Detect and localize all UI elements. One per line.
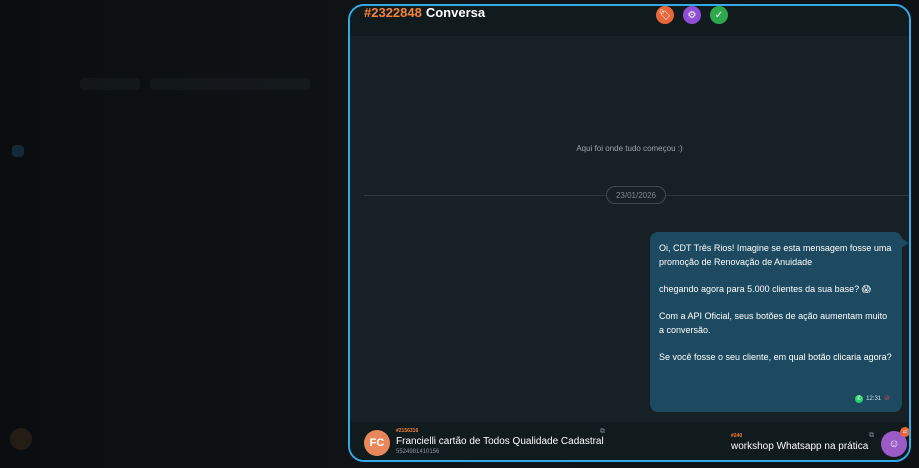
chatbot-badge-icon: ⇄ <box>900 427 909 437</box>
robot-icon: ☺ <box>888 438 900 450</box>
contact-id: #2156316 <box>396 428 419 434</box>
tag-icon: 🏷 <box>658 9 672 21</box>
conversation-footer: FC #2156316 Francielli cartão de Todos Q… <box>350 422 909 460</box>
background-ghost-item <box>10 428 32 450</box>
error-icon: ⊘ <box>884 395 890 402</box>
message-bubble[interactable]: Oi, CDT Três Rios! Imagine se esta mensa… <box>650 232 909 412</box>
chat-intro-text: Aqui foi onde tudo começou :) <box>576 144 683 153</box>
background-ghost-item <box>12 145 24 157</box>
whatsapp-icon: ✆ <box>855 395 864 403</box>
background-ghost-item <box>80 78 140 90</box>
check-icon: ✓ <box>714 9 724 21</box>
bot-button[interactable]: ⚙ <box>683 6 701 24</box>
conversation-id: #2322848 <box>364 5 422 20</box>
background-ghost-item <box>150 78 310 90</box>
message-meta: ✆ 12:31 ⊘ <box>855 392 890 406</box>
open-contact-icon[interactable]: ⧉ <box>600 428 605 436</box>
conversation-header: #2322848 Conversa 🏷 ⚙ ✓ <box>350 6 909 36</box>
message-paragraph: Se você fosse o seu cliente, em qual bot… <box>659 352 892 362</box>
contact-name[interactable]: Francielli cartão de Todos Qualidade Cad… <box>396 436 604 447</box>
message-paragraph: Oi, CDT Três Rios! Imagine se esta mensa… <box>659 243 892 267</box>
conversation-panel: #2322848 Conversa 🏷 ⚙ ✓ Aqui foi onde tud… <box>348 4 911 462</box>
chat-area[interactable]: Aqui foi onde tudo começou :) 23/01/2026… <box>350 36 909 422</box>
conversation-title-text: Conversa <box>425 5 486 20</box>
conversation-title: #2322848 Conversa <box>364 6 485 20</box>
message-paragraph: Com a API Oficial, seus botões de ação a… <box>659 311 888 335</box>
date-separator: 23/01/2026 <box>606 186 666 204</box>
message-time: 12:31 <box>866 396 882 402</box>
avatar[interactable]: FC <box>364 430 390 456</box>
open-campaign-icon[interactable]: ⧉ <box>869 432 874 440</box>
resolve-button[interactable]: ✓ <box>710 6 728 24</box>
message-paragraph: chegando agora para 5.000 clientes da su… <box>659 284 872 294</box>
campaign-id: #240 <box>731 433 743 439</box>
bot-icon: ⚙ <box>687 9 697 21</box>
campaign-name[interactable]: workshop Whatsapp na prática <box>731 441 868 452</box>
tag-button[interactable]: 🏷 <box>656 6 674 24</box>
contact-phone: 5524981410156 <box>396 449 440 455</box>
